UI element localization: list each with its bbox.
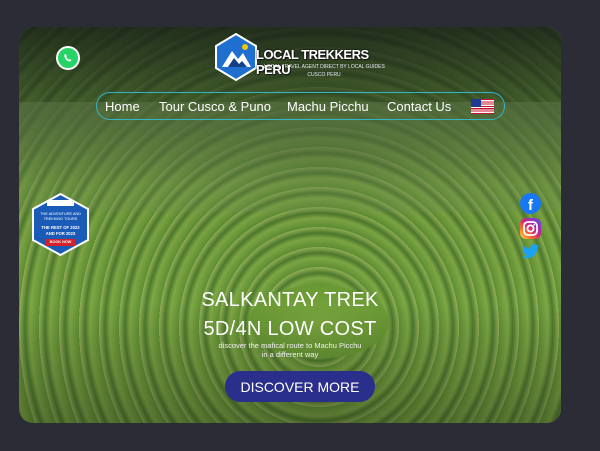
- whatsapp-icon[interactable]: [56, 46, 80, 70]
- nav-item-tour-cusco-puno[interactable]: Tour Cusco & Puno: [159, 99, 271, 114]
- brand-location: CUSCO PERU: [307, 72, 341, 78]
- mountain-emblem-icon: [215, 33, 257, 81]
- award-line-3: THE REST OF 2022: [41, 225, 80, 230]
- hero-banner: [19, 27, 561, 423]
- nav-item-home[interactable]: Home: [105, 99, 140, 114]
- phone-icon: [64, 54, 72, 62]
- hero-title-line-1: SALKANTAY TREK: [201, 289, 379, 311]
- bird-icon: [521, 244, 540, 259]
- brand-logo[interactable]: LOCAL TREKKERS PERU LOCAL TRAVEL AGENT D…: [214, 33, 386, 81]
- hero-title-line-2: 5D/4N LOW COST: [203, 318, 377, 340]
- flag-canton: [471, 99, 481, 107]
- award-badge[interactable]: THE ADVENTURE AND TREKKING TOURS THE RES…: [31, 193, 90, 256]
- camera-icon: [523, 221, 538, 236]
- hero-subtitle-line-2: in a different way: [261, 350, 319, 359]
- facebook-icon[interactable]: f: [520, 193, 541, 214]
- award-line-4: AND FOR 2023: [45, 231, 76, 236]
- brand-tagline: LOCAL TRAVEL AGENT DIRECT BY LOCAL GUIDE…: [264, 64, 385, 70]
- us-flag-icon[interactable]: [471, 99, 494, 114]
- award-book-button[interactable]: BOOK NOW: [46, 239, 75, 246]
- instagram-icon[interactable]: [520, 218, 541, 239]
- nav-item-machu-picchu[interactable]: Machu Picchu: [287, 99, 369, 114]
- twitter-icon[interactable]: [520, 241, 541, 262]
- nav-item-contact-us[interactable]: Contact Us: [387, 99, 451, 114]
- award-line-2: TREKKING TOURS: [43, 217, 78, 221]
- discover-more-button[interactable]: DISCOVER MORE: [225, 371, 375, 402]
- hero-subtitle-line-1: discover the mafical route to Machu Picc…: [218, 341, 362, 350]
